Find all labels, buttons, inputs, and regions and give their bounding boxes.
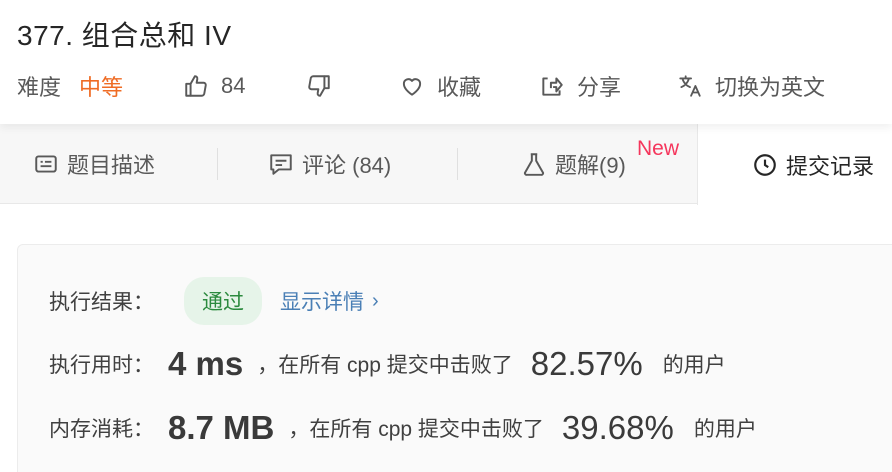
tab-divider <box>457 148 458 180</box>
memory-tail-text: 的用户 <box>693 418 757 441</box>
memory-label: 内存消耗： <box>49 418 154 441</box>
share-label: 分享 <box>577 75 622 100</box>
memory-percentile: 39.68% <box>561 409 674 446</box>
description-icon <box>35 155 57 173</box>
tab-solutions-label: 题解(9) <box>555 153 626 178</box>
status-row: 执行结果： 通过 显示详情 › <box>49 277 379 325</box>
tab-description[interactable]: 题目描述 <box>33 124 155 204</box>
runtime-tail-text: 的用户 <box>662 354 726 377</box>
runtime-value: 4 ms <box>168 345 244 382</box>
heart-icon <box>402 78 422 96</box>
memory-comparison-text: ，在所有 cpp 提交中击败了 <box>288 418 544 441</box>
tab-description-label: 题目描述 <box>67 153 156 178</box>
share-button[interactable]: 分享 <box>539 71 621 101</box>
difficulty-value: 中等 <box>79 75 124 100</box>
memory-value: 8.7 MB <box>168 409 275 446</box>
problem-tabs: 题目描述 评论 (84) 题解(9) 提交记录 <box>0 124 892 205</box>
thumbs-down-icon <box>308 75 330 97</box>
runtime-row: 执行用时： 4 ms ，在所有 cpp 提交中击败了 82.57% 的用户 <box>49 345 726 383</box>
tab-submissions-label: 提交记录 <box>786 153 875 179</box>
runtime-percentile: 82.57% <box>530 345 643 382</box>
submission-result-card: 执行结果： 通过 显示详情 › 执行用时： 4 ms ，在所有 cpp 提交中击… <box>17 244 892 472</box>
dislike-button[interactable] <box>306 71 332 101</box>
runtime-comparison-text: ，在所有 cpp 提交中击败了 <box>257 354 513 377</box>
comment-icon <box>270 154 292 175</box>
show-details-link[interactable]: 显示详情 › <box>280 286 379 316</box>
thumbs-up-icon <box>185 75 207 97</box>
new-badge: New <box>637 137 680 160</box>
translate-icon <box>679 75 701 97</box>
flask-icon <box>523 153 545 176</box>
like-button[interactable]: 84 <box>183 71 245 101</box>
clock-icon <box>754 153 776 176</box>
status-label: 执行结果： <box>49 291 154 314</box>
memory-row: 内存消耗： 8.7 MB ，在所有 cpp 提交中击败了 39.68% 的用户 <box>49 409 757 447</box>
tab-solutions[interactable]: 题解(9) <box>521 124 626 204</box>
problem-title: 377. 组合总和 IV <box>17 20 232 51</box>
difficulty: 难度 中等 <box>17 71 123 101</box>
share-icon <box>542 77 563 96</box>
translate-button[interactable]: 切换为英文 <box>677 71 825 101</box>
favorite-button[interactable]: 收藏 <box>399 71 481 101</box>
tab-comments[interactable]: 评论 (84) <box>268 124 391 204</box>
translate-label: 切换为英文 <box>715 75 826 100</box>
chevron-right-icon: › <box>372 289 379 312</box>
tab-submissions[interactable]: 提交记录 <box>697 124 892 205</box>
favorite-label: 收藏 <box>437 75 482 100</box>
runtime-label: 执行用时： <box>49 354 154 377</box>
tab-comments-label: 评论 (84) <box>302 153 392 178</box>
tab-divider <box>217 148 218 180</box>
problem-header: 377. 组合总和 IV 难度 中等 84 收藏 分享 切换为英文 <box>0 0 892 124</box>
status-badge: 通过 <box>184 277 262 325</box>
like-count: 84 <box>221 73 246 98</box>
difficulty-label: 难度 <box>17 75 62 100</box>
show-details-label: 显示详情 <box>280 291 364 314</box>
